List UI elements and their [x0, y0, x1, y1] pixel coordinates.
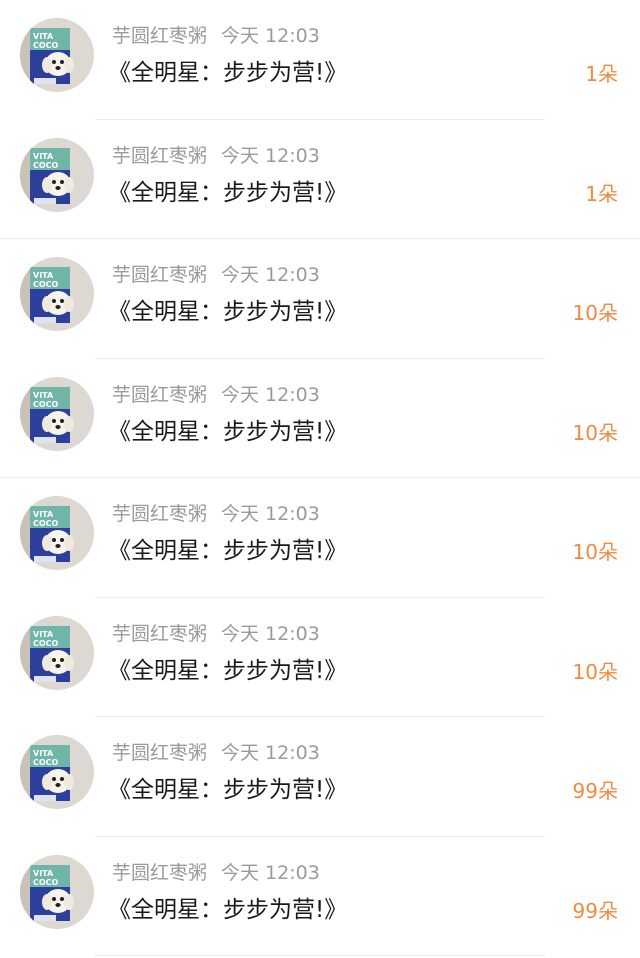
gift-meta: 芋圆红枣粥 今天 12:03 — [112, 144, 320, 168]
svg-text:COCO: COCO — [33, 519, 59, 528]
avatar[interactable]: VITA COCO — [20, 615, 94, 690]
puppy-avatar-image: VITA COCO — [20, 496, 94, 570]
avatar[interactable]: VITA COCO — [20, 735, 94, 809]
gift-list: VITA COCO 芋圆红枣粥今天 12:03 《全明星：步步为营!》 1朵 — [0, 0, 640, 956]
list-item[interactable]: VITA COCO 芋圆红枣粥 今天 12:03 《全明星：步步为营!》 1朵 — [0, 0, 640, 120]
svg-text:COCO: COCO — [33, 878, 59, 887]
gift-amount: 1朵 — [585, 181, 618, 206]
username[interactable]: 芋圆红枣粥 — [112, 384, 207, 406]
timestamp: 今天 12:03 — [221, 25, 320, 47]
svg-text:VITA: VITA — [33, 152, 54, 161]
avatar[interactable]: VITA COCO — [20, 854, 94, 929]
gift-meta: 芋圆红枣粥 今天 12:03 — [112, 741, 320, 765]
gift-meta: 芋圆红枣粥 今天 12:03 — [112, 502, 320, 526]
list-item[interactable]: VITA COCO 芋圆红枣粥 今天 12:03 《全明星：步步为营!》 10朵 — [0, 598, 640, 718]
svg-text:COCO: COCO — [33, 758, 59, 767]
username[interactable]: 芋圆红枣粥 — [112, 145, 207, 167]
list-item[interactable]: VITA COCO 芋圆红枣粥 今天 12:03 《全明星：步步为营!》 10朵 — [0, 239, 640, 359]
svg-text:COCO: COCO — [33, 41, 59, 50]
list-item[interactable]: VITA COCO 芋圆红枣粥 今天 12:03 《全明星：步步为营!》 10朵 — [0, 359, 640, 479]
svg-text:VITA: VITA — [33, 32, 54, 41]
gift-amount: 10朵 — [572, 420, 618, 445]
list-item[interactable]: VITA COCO 芋圆红枣粥 今天 12:03 《全明星：步步为营!》 99朵 — [0, 717, 640, 837]
avatar[interactable]: VITA COCO — [20, 257, 94, 331]
username[interactable]: 芋圆红枣粥 — [112, 742, 207, 764]
svg-text:COCO: COCO — [33, 639, 59, 648]
username[interactable]: 芋圆红枣粥 — [112, 862, 207, 884]
gift-message: 《全明星：步步为营!》 — [108, 179, 348, 206]
svg-text:VITA: VITA — [33, 630, 54, 639]
list-item[interactable]: VITA COCO 芋圆红枣粥 今天 12:03 《全明星：步步为营!》 99朵 — [0, 837, 640, 957]
puppy-avatar-image: VITA COCO — [20, 854, 94, 929]
list-item[interactable]: VITA COCO 芋圆红枣粥 今天 12:03 《全明星：步步为营!》 1朵 — [0, 120, 640, 240]
puppy-avatar-image: VITA COCO — [20, 257, 94, 331]
avatar[interactable]: VITA COCO — [20, 496, 94, 570]
svg-text:VITA: VITA — [33, 510, 54, 519]
timestamp: 今天 12:03 — [221, 383, 320, 406]
svg-text:COCO: COCO — [33, 280, 59, 289]
avatar[interactable]: VITA COCO — [20, 137, 94, 212]
svg-text:COCO: COCO — [33, 161, 59, 170]
timestamp: 今天 12:03 — [221, 503, 320, 525]
svg-text:VITA: VITA — [33, 391, 54, 400]
gift-meta: 芋圆红枣粥 今天 12:03 — [112, 383, 320, 407]
gift-meta: 芋圆红枣粥 今天 12:03 — [112, 622, 320, 646]
svg-text:VITA: VITA — [33, 271, 54, 280]
gift-amount: 1朵 — [585, 62, 618, 86]
timestamp: 今天 12:03 — [221, 622, 320, 645]
gift-meta: 芋圆红枣粥 今天 12:03 — [112, 861, 320, 885]
username[interactable]: 芋圆红枣粥 — [112, 264, 207, 286]
gift-amount: 99朵 — [572, 898, 618, 923]
svg-text:COCO: COCO — [33, 400, 59, 409]
gift-message: 《全明星：步步为营!》 — [108, 657, 348, 684]
gift-message: 《全明星：步步为营!》 — [108, 60, 348, 86]
timestamp: 今天 12:03 — [221, 742, 320, 764]
svg-text:VITA: VITA — [33, 869, 54, 878]
username[interactable]: 芋圆红枣粥 — [112, 25, 207, 47]
timestamp: 今天 12:03 — [221, 861, 320, 884]
gift-message: 《全明星：步步为营!》 — [108, 777, 348, 803]
puppy-avatar-image: VITA COCO — [20, 137, 94, 212]
timestamp: 今天 12:03 — [221, 144, 320, 167]
gift-message: 《全明星：步步为营!》 — [108, 538, 348, 564]
username[interactable]: 芋圆红枣粥 — [112, 503, 207, 525]
gift-meta: 芋圆红枣粥 今天 12:03 — [112, 263, 320, 287]
puppy-avatar-image: VITA COCO — [20, 376, 94, 451]
puppy-avatar-image: VITA COCO — [20, 735, 94, 809]
gift-amount: 10朵 — [572, 540, 618, 564]
gift-amount: 10朵 — [572, 659, 618, 684]
svg-text:VITA: VITA — [33, 749, 54, 758]
gift-amount: 99朵 — [572, 779, 618, 803]
gift-message: 《全明星：步步为营!》 — [108, 896, 348, 923]
puppy-avatar-image: VITA COCO — [20, 615, 94, 690]
gift-amount: 10朵 — [572, 301, 618, 325]
username[interactable]: 芋圆红枣粥 — [112, 623, 207, 645]
gift-message: 《全明星：步步为营!》 — [108, 418, 348, 445]
list-item[interactable]: VITA COCO 芋圆红枣粥 今天 12:03 《全明星：步步为营!》 10朵 — [0, 478, 640, 598]
gift-message: 《全明星：步步为营!》 — [108, 299, 348, 325]
avatar[interactable]: VITA COCO — [20, 376, 94, 451]
timestamp: 今天 12:03 — [221, 264, 320, 286]
puppy-avatar-image: VITA COCO — [20, 18, 94, 92]
gift-meta: 芋圆红枣粥 今天 12:03 — [112, 24, 320, 48]
avatar[interactable]: VITA COCO — [20, 18, 94, 92]
